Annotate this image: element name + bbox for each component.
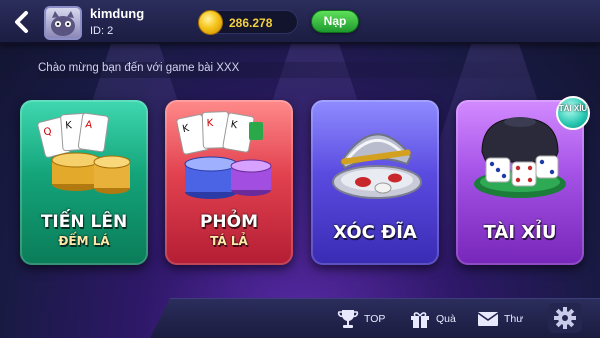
game-subtitle: TÁ LẢ [210, 234, 248, 248]
game-title: TÀI XỈU [483, 222, 557, 243]
gift-label: Quà [436, 313, 456, 325]
topup-button[interactable]: Nạp [311, 10, 359, 33]
game-card-phom[interactable]: K K K PHỎM TÁ LẢ [165, 100, 293, 265]
chevron-left-icon [15, 11, 28, 33]
playing-cards-chips-icon: Q K A [37, 112, 131, 194]
top-ranking-button[interactable]: TOP [336, 307, 392, 331]
balance-value: 286.278 [229, 16, 273, 30]
avatar[interactable] [44, 6, 82, 40]
settings-button[interactable] [548, 303, 582, 333]
mail-icon [477, 312, 499, 326]
game-card-xoc-dia[interactable]: XÓC ĐĨA [311, 100, 439, 265]
game-card-tien-len[interactable]: Q K A TIẾN LÊN ĐẾM LÁ [20, 100, 148, 265]
tai-xiu-badge[interactable]: TÀI XỈU [556, 96, 590, 130]
game-title: TIẾN LÊN [40, 212, 128, 232]
game-title: PHỎM [199, 212, 259, 232]
welcome-marquee: Chào mừng bạn đến với game bài XXX [38, 62, 578, 78]
game-title: XÓC ĐĨA [333, 222, 417, 243]
bowl-plate-icon [332, 133, 422, 199]
gear-icon [554, 307, 576, 329]
trophy-icon [337, 310, 359, 328]
mail-label: Thư [504, 313, 524, 325]
gift-icon [411, 312, 429, 328]
game-subtitle: ĐẾM LÁ [58, 234, 110, 248]
top-label: TOP [364, 313, 386, 325]
svg-text:K: K [206, 118, 213, 129]
mail-button[interactable]: Thư [476, 307, 532, 331]
username: kimdung [90, 6, 145, 21]
balance-display: 286.278 [198, 10, 298, 35]
gift-button[interactable]: Quà [408, 307, 464, 331]
coin-icon [198, 10, 223, 35]
svg-text:K: K [65, 120, 73, 131]
playing-cards-chips-icon: K K K [176, 111, 272, 199]
user-id: ID: 2 [90, 25, 114, 37]
back-button[interactable] [8, 8, 36, 36]
